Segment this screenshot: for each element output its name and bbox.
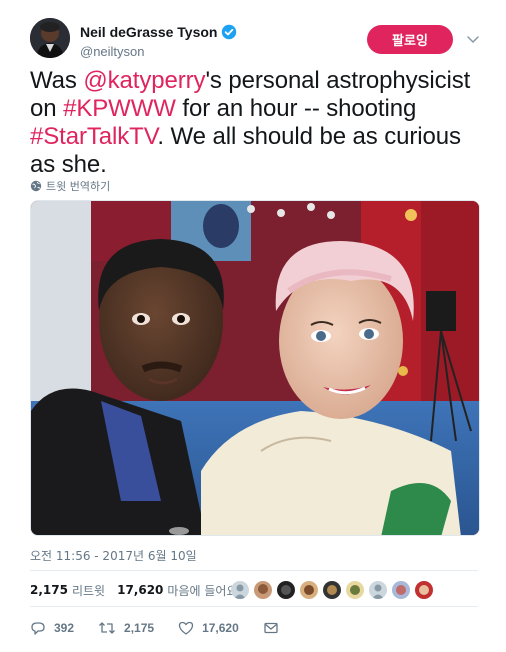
avatar[interactable]	[254, 581, 272, 599]
translate-tweet-link[interactable]: 트윗 번역하기	[30, 178, 110, 194]
avatar[interactable]	[323, 581, 341, 599]
divider	[30, 606, 478, 607]
liker-avatars	[231, 581, 438, 599]
tweet-text-segment: Was	[30, 67, 84, 94]
likes-stat[interactable]: 17,620 마음에 들어요	[117, 582, 237, 599]
translate-label: 트윗 번역하기	[46, 180, 111, 193]
heart-icon	[178, 621, 194, 635]
avatar[interactable]	[300, 581, 318, 599]
hashtag-link[interactable]: #StarTalkTV	[30, 123, 158, 150]
display-name[interactable]: Neil deGrasse Tyson	[80, 24, 217, 40]
avatar[interactable]	[392, 581, 410, 599]
reply-count: 392	[54, 621, 75, 635]
reply-icon	[31, 622, 45, 635]
tweet-text-segment: for an hour -- shooting	[175, 95, 417, 122]
avatar[interactable]	[30, 18, 70, 58]
likes-label: 마음에 들어요	[167, 583, 238, 598]
retweet-count: 2,175	[124, 621, 155, 635]
avatar[interactable]	[346, 581, 364, 599]
hashtag-link[interactable]: #KPWWW	[63, 95, 176, 122]
tweet-text: Was @katyperry's personal astrophysicist…	[30, 67, 480, 179]
retweets-count: 2,175	[30, 583, 68, 597]
envelope-icon	[264, 622, 278, 634]
verified-badge-icon	[221, 24, 237, 40]
globe-icon	[30, 180, 42, 192]
divider	[30, 570, 478, 571]
avatar[interactable]	[277, 581, 295, 599]
avatar[interactable]	[231, 581, 249, 599]
mention-link[interactable]: @katyperry	[83, 67, 205, 94]
avatar[interactable]	[415, 581, 433, 599]
tweet-stats: 2,175 리트윗 17,620 마음에 들어요	[30, 580, 249, 600]
like-count: 17,620	[202, 621, 239, 635]
chevron-down-icon[interactable]	[465, 31, 481, 47]
retweets-stat[interactable]: 2,175 리트윗	[30, 582, 105, 599]
user-handle[interactable]: @neiltyson	[80, 44, 237, 59]
retweets-label: 리트윗	[71, 583, 106, 598]
likes-count: 17,620	[117, 583, 164, 597]
following-button[interactable]: 팔로잉	[367, 25, 453, 54]
avatar[interactable]	[369, 581, 387, 599]
tweet-timestamp[interactable]: 오전 11:56 - 2017년 6월 10일	[30, 547, 197, 564]
tweet-actions: 392 2,175 17,620	[30, 620, 311, 636]
tweet-card: Neil deGrasse Tyson @neiltyson 팔로잉 Was @…	[0, 0, 506, 652]
direct-message-button[interactable]	[263, 620, 287, 636]
author-names: Neil deGrasse Tyson @neiltyson	[80, 23, 237, 59]
retweet-icon	[99, 622, 115, 634]
reply-button[interactable]: 392	[30, 620, 74, 636]
tweet-header: Neil deGrasse Tyson @neiltyson 팔로잉	[30, 18, 482, 62]
like-button[interactable]: 17,620	[178, 620, 239, 636]
tweet-photo[interactable]	[30, 200, 480, 536]
retweet-button[interactable]: 2,175	[98, 620, 154, 636]
